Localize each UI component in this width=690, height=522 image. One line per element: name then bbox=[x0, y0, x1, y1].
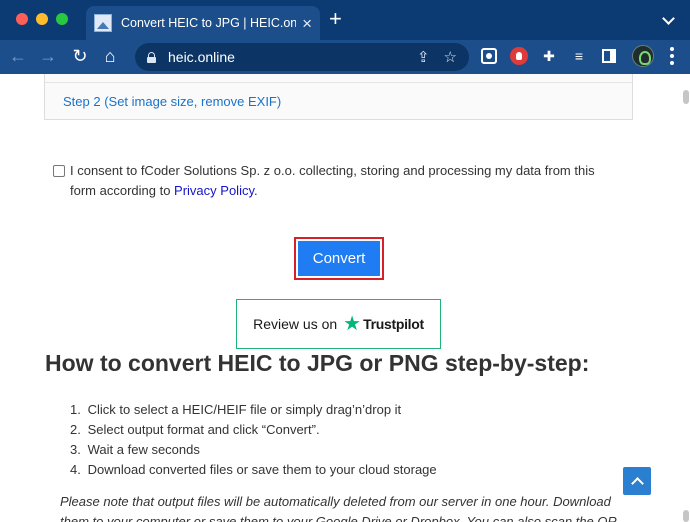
reload-button[interactable]: ↻ bbox=[68, 44, 92, 68]
chevron-up-icon bbox=[630, 477, 644, 490]
minimize-window-button[interactable] bbox=[36, 13, 48, 25]
convert-button[interactable]: Convert bbox=[298, 241, 380, 276]
browser-tab-active[interactable]: Convert HEIC to JPG | HEIC.online × bbox=[86, 6, 320, 40]
convert-highlight: Convert bbox=[294, 237, 384, 280]
share-icon[interactable]: ⇪ bbox=[417, 48, 430, 66]
new-tab-button[interactable]: + bbox=[329, 8, 342, 30]
back-button[interactable]: ← bbox=[6, 44, 30, 68]
url-text[interactable]: heic.online bbox=[168, 49, 403, 65]
scrollbar-thumb[interactable] bbox=[683, 90, 689, 104]
maximize-window-button[interactable] bbox=[56, 13, 68, 25]
bookmark-star-icon[interactable]: ☆ bbox=[444, 48, 457, 66]
page-viewport: Step 2 (Set image size, remove EXIF) I c… bbox=[0, 74, 690, 522]
options-panel: Step 2 (Set image size, remove EXIF) bbox=[44, 74, 633, 120]
list-item: 4. Download converted files or save them… bbox=[70, 462, 437, 477]
screen-recorder-icon[interactable] bbox=[480, 47, 498, 65]
lock-icon[interactable] bbox=[147, 51, 156, 63]
browser-tab-bar: Convert HEIC to JPG | HEIC.online × + bbox=[0, 0, 690, 40]
reading-list-icon[interactable]: ≡ bbox=[570, 47, 588, 65]
list-item: 3. Wait a few seconds bbox=[70, 442, 200, 457]
privacy-policy-link[interactable]: Privacy Policy bbox=[174, 183, 254, 198]
consent-label: I consent to fCoder Solutions Sp. z o.o.… bbox=[70, 161, 613, 201]
consent-suffix: . bbox=[254, 183, 258, 198]
heic-favicon-icon bbox=[94, 14, 112, 32]
consent-checkbox[interactable] bbox=[53, 165, 65, 177]
consent-row: I consent to fCoder Solutions Sp. z o.o.… bbox=[53, 161, 613, 201]
list-item: 2. Select output format and click “Conve… bbox=[70, 422, 320, 437]
trustpilot-logo-text: Trustpilot bbox=[363, 316, 424, 332]
home-button[interactable]: ⌂ bbox=[98, 44, 122, 68]
trustpilot-review-button[interactable]: Review us on ★ Trustpilot bbox=[236, 299, 441, 349]
howto-heading: How to convert HEIC to JPG or PNG step-b… bbox=[45, 350, 590, 376]
page-scrollbar[interactable] bbox=[680, 74, 690, 522]
tab-title: Convert HEIC to JPG | HEIC.online bbox=[121, 16, 297, 30]
trustpilot-star-icon: ★ bbox=[343, 313, 362, 335]
scrollbar-arrow-down[interactable] bbox=[683, 510, 689, 522]
forward-button[interactable]: → bbox=[36, 44, 60, 68]
deletion-note: Please note that output files will be au… bbox=[60, 494, 617, 522]
extensions-puzzle-icon[interactable]: ✚ bbox=[540, 47, 558, 65]
consent-text: I consent to fCoder Solutions Sp. z o.o.… bbox=[70, 163, 595, 198]
sidebar-icon[interactable] bbox=[600, 47, 618, 65]
panel-divider bbox=[45, 82, 632, 83]
close-window-button[interactable] bbox=[16, 13, 28, 25]
browser-menu-icon[interactable] bbox=[670, 47, 674, 65]
howto-steps-list: 1. Click to select a HEIC/HEIF file or s… bbox=[70, 400, 437, 480]
scroll-to-top-button[interactable] bbox=[623, 467, 651, 495]
profile-avatar[interactable] bbox=[632, 45, 654, 67]
step2-link[interactable]: Step 2 (Set image size, remove EXIF) bbox=[63, 94, 281, 109]
list-item: 1. Click to select a HEIC/HEIF file or s… bbox=[70, 402, 402, 417]
close-tab-icon[interactable]: × bbox=[302, 15, 312, 32]
address-bar[interactable]: heic.online ⇪ ☆ bbox=[135, 43, 469, 71]
privacy-shield-icon[interactable] bbox=[510, 47, 528, 65]
tab-search-chevron-icon[interactable] bbox=[662, 12, 675, 25]
trustpilot-review-text: Review us on bbox=[253, 316, 338, 332]
